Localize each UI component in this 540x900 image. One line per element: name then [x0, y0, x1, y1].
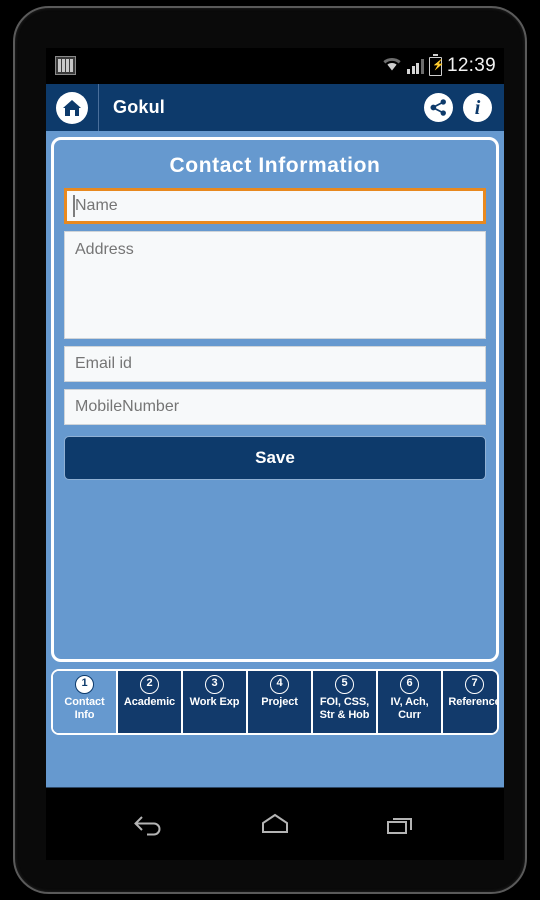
tab-number-badge: 6: [400, 675, 419, 694]
tab-work-exp[interactable]: 3 Work Exp: [183, 671, 248, 733]
battery-charging-icon: ⚡: [428, 54, 444, 76]
address-input[interactable]: [64, 231, 486, 339]
tab-label: Contact Info: [64, 696, 105, 721]
tab-label: Work Exp: [189, 696, 240, 708]
tab-reference[interactable]: 7 Reference: [443, 671, 499, 733]
status-bar: ⚡ 12:39: [46, 48, 504, 84]
home-icon: [56, 91, 88, 124]
cellular-signal-icon: [407, 58, 424, 74]
tab-label: Reference: [448, 696, 499, 708]
tab-project[interactable]: 4 Project: [248, 671, 313, 733]
app-title: Gokul: [113, 97, 166, 117]
tab-number-badge: 3: [205, 675, 224, 694]
name-input[interactable]: [64, 188, 486, 224]
info-icon: i: [474, 96, 481, 119]
tab-number-badge: 1: [75, 675, 94, 694]
recent-apps-button[interactable]: [374, 802, 428, 846]
tab-label: FOI, CSS, Str & Hob: [319, 696, 370, 721]
home-button[interactable]: [46, 84, 99, 131]
status-bar-right: ⚡ 12:39: [382, 52, 496, 80]
tab-academic[interactable]: 2 Academic: [118, 671, 183, 733]
tab-label: Academic: [123, 696, 176, 708]
contact-information-card: Contact Information Save: [51, 137, 499, 662]
save-button[interactable]: Save: [64, 436, 486, 480]
home-nav-button[interactable]: [248, 802, 302, 846]
section-tab-strip[interactable]: 1 Contact Info 2 Academic 3 Work Exp 4 P…: [51, 669, 499, 735]
info-button[interactable]: i: [463, 93, 492, 122]
tab-iv-ach-curr[interactable]: 6 IV, Ach, Curr: [378, 671, 443, 733]
page-title: Contact Information: [169, 154, 381, 177]
tab-label: Project: [261, 696, 298, 708]
recent-apps-icon: [387, 818, 412, 834]
tab-number-badge: 4: [270, 675, 289, 694]
tab-foi-css-str-hob[interactable]: 5 FOI, CSS, Str & Hob: [313, 671, 378, 733]
share-button[interactable]: [424, 93, 453, 122]
status-bar-left: [55, 56, 76, 75]
tab-number-badge: 7: [465, 675, 484, 694]
name-field-wrapper: [64, 188, 486, 224]
device-frame: ⚡ 12:39 Gokul i Contact Information Name…: [13, 6, 527, 894]
back-arrow-icon: [134, 816, 161, 836]
text-caret: [73, 195, 75, 217]
app-body: Contact Information Save 1 Contact Info: [46, 131, 504, 787]
status-bar-clock: 12:39: [446, 55, 496, 76]
tab-number-badge: 2: [140, 675, 159, 694]
app-bar: Gokul i: [46, 84, 504, 131]
phone-screen: ⚡ 12:39 Gokul i Contact Information Name…: [46, 48, 504, 860]
tab-label: IV, Ach, Curr: [390, 696, 429, 721]
email-input[interactable]: [64, 346, 486, 382]
tab-number-badge: 5: [335, 675, 354, 694]
home-pentagon-icon: [262, 813, 288, 833]
app-bar-actions: i: [424, 93, 504, 122]
tab-contact-info[interactable]: 1 Contact Info: [53, 671, 118, 733]
sim-card-icon: [55, 56, 76, 75]
android-navigation-bar: [46, 787, 504, 860]
back-button[interactable]: [122, 802, 176, 846]
mobile-number-input[interactable]: [64, 389, 486, 425]
share-icon: [430, 99, 446, 116]
wifi-icon: [382, 56, 402, 77]
